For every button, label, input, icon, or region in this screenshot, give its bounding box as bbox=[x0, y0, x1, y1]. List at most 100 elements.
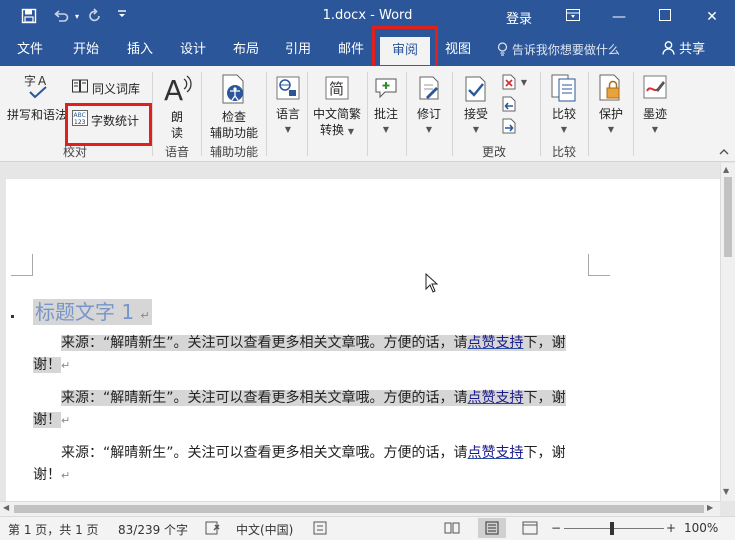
paragraph-3[interactable]: 来源：“解晴新生”。关注可以查看更多相关文章哦。方便的话，请点赞支持下，谢 谢！… bbox=[33, 442, 566, 487]
compare-button[interactable]: 比较 ▼ bbox=[545, 106, 583, 138]
zoom-slider[interactable] bbox=[564, 528, 664, 529]
spelling-grammar-button[interactable]: 拼写和语法 bbox=[6, 107, 68, 123]
heading-1[interactable]: 标题文字 1 ↵ bbox=[33, 299, 152, 325]
tab-file[interactable]: 文件 bbox=[6, 34, 54, 66]
tab-view[interactable]: 视图 bbox=[434, 34, 482, 66]
page-count[interactable]: 第 1 页，共 1 页 bbox=[8, 521, 99, 538]
ribbon-separator bbox=[452, 72, 453, 156]
protect-label: 保护 bbox=[598, 107, 623, 121]
check-accessibility-button[interactable]: 检查 辅助功能 bbox=[205, 109, 263, 141]
proofing-status-icon[interactable] bbox=[205, 521, 221, 538]
web-layout-icon[interactable] bbox=[522, 521, 538, 538]
compare-icon bbox=[549, 72, 579, 104]
tab-references[interactable]: 引用 bbox=[274, 34, 322, 66]
collapse-ribbon-icon[interactable] bbox=[719, 148, 729, 159]
scroll-up-icon[interactable]: ▲ bbox=[723, 165, 729, 174]
vertical-scroll-thumb[interactable] bbox=[724, 177, 732, 257]
compare-dropdown-icon: ▼ bbox=[560, 125, 568, 134]
tab-layout[interactable]: 布局 bbox=[222, 34, 270, 66]
vertical-scrollbar[interactable]: ▲ ▼ bbox=[720, 163, 735, 501]
compare-label: 比较 bbox=[551, 107, 576, 121]
login-button[interactable]: 登录 bbox=[506, 8, 532, 27]
language-icon bbox=[274, 74, 302, 102]
ribbon-separator bbox=[540, 72, 541, 156]
chinese-conversion-icon: 简 bbox=[323, 74, 351, 102]
zoom-out-button[interactable]: − bbox=[551, 521, 561, 535]
track-changes-button[interactable]: 修订 ▼ bbox=[411, 106, 447, 138]
tab-home[interactable]: 开始 bbox=[62, 34, 110, 66]
share-button[interactable]: 共享 bbox=[662, 34, 705, 66]
like-link[interactable]: 点赞支持 bbox=[468, 445, 524, 461]
language-button[interactable]: 语言 ▼ bbox=[268, 106, 308, 138]
word-count-status[interactable]: 83/239 个字 bbox=[118, 521, 188, 538]
accept-button[interactable]: 接受 ▼ bbox=[458, 106, 494, 138]
accept-icon bbox=[462, 74, 490, 104]
minimize-button[interactable]: — bbox=[596, 0, 642, 34]
title-bar: ▾ 1.docx - Word 登录 — ✕ bbox=[0, 0, 735, 34]
paragraph-text: 下，谢 bbox=[523, 390, 566, 406]
zoom-in-button[interactable]: + bbox=[666, 521, 676, 535]
check-accessibility-icon bbox=[218, 72, 250, 106]
language-status[interactable]: 中文(中国) bbox=[236, 521, 293, 538]
read-mode-icon[interactable] bbox=[444, 521, 460, 538]
ribbon-separator bbox=[266, 72, 267, 156]
next-change-icon[interactable] bbox=[501, 118, 517, 134]
document-page[interactable]: 标题文字 1 ↵ 来源：“解晴新生”。关注可以查看更多相关文章哦。方便的话，请点… bbox=[6, 179, 720, 501]
thesaurus-button[interactable]: 同义词库 bbox=[72, 79, 140, 99]
print-layout-icon[interactable] bbox=[478, 518, 506, 538]
group-label-compare: 比较 bbox=[551, 145, 576, 159]
share-label: 共享 bbox=[679, 42, 706, 57]
scroll-left-icon[interactable]: ◀ bbox=[3, 503, 9, 512]
paragraph-bullet bbox=[11, 315, 14, 318]
svg-text:字: 字 bbox=[24, 73, 36, 88]
ink-dropdown-icon: ▼ bbox=[651, 125, 659, 134]
group-label-changes: 更改 bbox=[481, 145, 506, 159]
comments-label: 批注 bbox=[373, 107, 398, 121]
read-aloud-button[interactable]: 朗 读 bbox=[163, 109, 191, 141]
horizontal-scroll-thumb[interactable] bbox=[14, 505, 704, 513]
tab-design[interactable]: 设计 bbox=[169, 34, 217, 66]
tab-insert[interactable]: 插入 bbox=[116, 34, 164, 66]
ink-button[interactable]: 墨迹 ▼ bbox=[636, 106, 674, 138]
reject-dropdown-icon[interactable]: ▼ bbox=[519, 77, 529, 87]
tell-me-search[interactable]: 告诉我你想要做什么 bbox=[497, 34, 620, 66]
paragraph-mark: ↵ bbox=[61, 414, 71, 427]
read-aloud-icon: A bbox=[161, 72, 195, 106]
close-button[interactable]: ✕ bbox=[689, 0, 735, 34]
paragraph-1[interactable]: 来源：“解晴新生”。关注可以查看更多相关文章哦。方便的话，请点赞支持下，谢 谢！… bbox=[33, 332, 566, 377]
ribbon-options-icon[interactable] bbox=[550, 0, 596, 34]
scroll-right-icon[interactable]: ▶ bbox=[707, 503, 713, 512]
ribbon-separator bbox=[633, 72, 634, 156]
paragraph-text: 谢！ bbox=[33, 357, 61, 373]
zoom-level[interactable]: 100% bbox=[684, 521, 718, 535]
document-area[interactable]: 标题文字 1 ↵ 来源：“解晴新生”。关注可以查看更多相关文章哦。方便的话，请点… bbox=[0, 163, 720, 501]
spelling-icon: 字A bbox=[20, 72, 54, 102]
tab-mailings[interactable]: 邮件 bbox=[327, 34, 375, 66]
horizontal-scrollbar[interactable]: ◀ ▶ bbox=[0, 501, 720, 516]
chinese-conversion-button[interactable]: 中文简繁 转换 ▼ bbox=[308, 106, 366, 140]
maximize-button[interactable] bbox=[642, 0, 688, 34]
highlight-box-review-tab bbox=[372, 26, 438, 68]
svg-text:A: A bbox=[38, 74, 47, 88]
comments-button[interactable]: 批注 ▼ bbox=[368, 106, 404, 138]
scroll-down-icon[interactable]: ▼ bbox=[723, 487, 729, 496]
new-comment-icon bbox=[372, 74, 400, 102]
zoom-slider-thumb[interactable] bbox=[610, 522, 614, 535]
svg-text:A: A bbox=[164, 74, 183, 105]
margin-corner-top-left bbox=[11, 254, 33, 276]
paragraph-mark: ↵ bbox=[61, 359, 71, 372]
track-changes-label: 修订 bbox=[416, 107, 441, 121]
previous-change-icon[interactable] bbox=[501, 96, 517, 112]
accept-dropdown-icon: ▼ bbox=[472, 125, 480, 134]
group-label-speech: 语音 bbox=[164, 145, 189, 159]
heading-text: 标题文字 1 bbox=[35, 300, 135, 324]
ribbon-separator bbox=[201, 72, 202, 156]
like-link[interactable]: 点赞支持 bbox=[468, 335, 524, 351]
track-changes-dropdown-icon: ▼ bbox=[425, 125, 433, 134]
book-icon bbox=[72, 79, 88, 99]
macro-icon[interactable] bbox=[313, 521, 327, 538]
like-link[interactable]: 点赞支持 bbox=[468, 390, 524, 406]
paragraph-2[interactable]: 来源：“解晴新生”。关注可以查看更多相关文章哦。方便的话，请点赞支持下，谢 谢！… bbox=[33, 387, 566, 432]
protect-button[interactable]: 保护 ▼ bbox=[592, 106, 630, 138]
reject-icon[interactable] bbox=[501, 74, 517, 90]
